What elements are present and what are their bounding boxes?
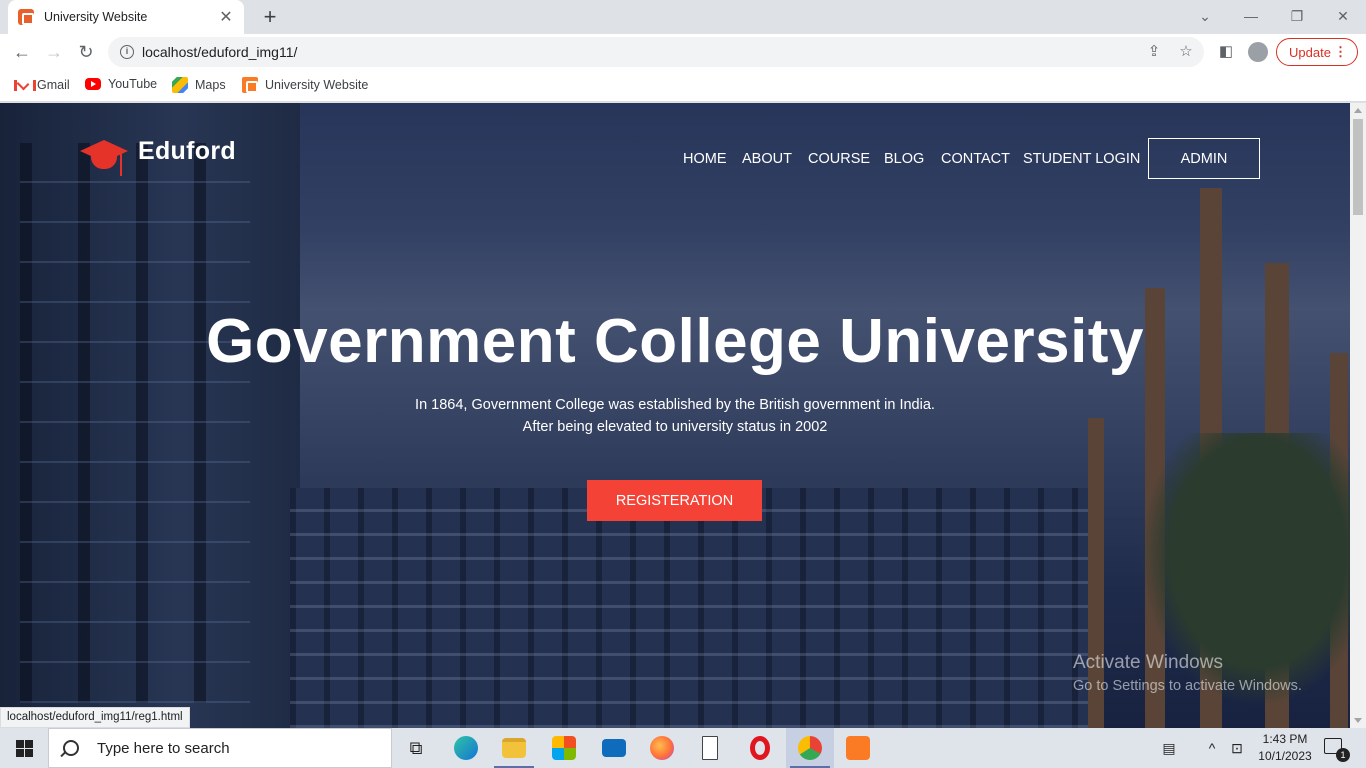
hero-title: Government College University [206, 307, 1144, 376]
opera-icon [750, 736, 770, 760]
brand-name: Eduford [138, 136, 236, 165]
maps-icon [172, 77, 188, 93]
search-icon [63, 740, 79, 756]
update-label: Update [1289, 44, 1331, 60]
watermark-title: Activate Windows [1073, 652, 1223, 673]
close-tab-icon[interactable]: ✕ [218, 7, 234, 27]
edge-icon [454, 736, 478, 760]
firefox-icon [650, 736, 674, 760]
scroll-up-arrow-icon[interactable] [1354, 108, 1362, 113]
scrollbar-thumb[interactable] [1353, 119, 1363, 215]
nav-about[interactable]: ABOUT [742, 151, 792, 167]
xampp-favicon-icon [18, 9, 34, 25]
tab-strip: University Website ✕ + ⌄ — ❐ ✕ [0, 0, 1366, 34]
nav-contact[interactable]: CONTACT [941, 151, 1010, 167]
folder-icon [502, 738, 526, 758]
bookmark-label: YouTube [108, 77, 158, 91]
new-tab-button[interactable]: + [258, 5, 282, 29]
tab-search-icon[interactable]: ⌄ [1182, 0, 1228, 32]
nav-blog[interactable]: BLOG [884, 151, 924, 167]
browser-toolbar: ← → ↻ i localhost/eduford_img11/ ⇪ ☆ ◧ U… [0, 34, 1366, 70]
bookmark-gmail[interactable]: Gmail [14, 77, 70, 93]
menu-dots-icon: ⋮ [1334, 44, 1347, 59]
task-view-button[interactable]: ⧉ [392, 728, 440, 768]
activate-windows-watermark: Activate Windows Go to Settings to activ… [1073, 652, 1302, 694]
url-text[interactable]: localhost/eduford_img11/ [142, 44, 297, 60]
link-status-bubble: localhost/eduford_img11/reg1.html [0, 707, 190, 728]
restore-button[interactable]: ❐ [1274, 0, 1320, 32]
taskbar-file-explorer[interactable] [490, 728, 538, 768]
xampp-icon [242, 77, 258, 93]
search-placeholder: Type here to search [97, 739, 230, 757]
taskbar-mail[interactable] [590, 728, 638, 768]
nav-student-login[interactable]: STUDENT LOGIN [1023, 151, 1140, 167]
gmail-icon [14, 77, 36, 93]
scroll-down-arrow-icon[interactable] [1354, 718, 1362, 723]
bookmark-label: Gmail [37, 78, 70, 92]
news-widget-icon[interactable]: ▤ [1154, 728, 1184, 768]
taskbar-search[interactable]: Type here to search [48, 728, 392, 768]
reload-button[interactable]: ↻ [74, 40, 98, 64]
back-button[interactable]: ← [10, 40, 34, 64]
bookmarks-bar: Gmail YouTube Maps University Website [0, 70, 1366, 102]
nav-course[interactable]: COURSE [808, 151, 870, 167]
page-scrollbar[interactable] [1350, 103, 1366, 728]
nav-home[interactable]: HOME [683, 151, 727, 167]
bookmark-star-icon[interactable]: ☆ [1176, 42, 1196, 62]
bookmark-label: Maps [195, 78, 226, 92]
taskbar-opera[interactable] [736, 728, 784, 768]
update-button[interactable]: Update ⋮ [1276, 38, 1358, 66]
background-building-left [0, 103, 300, 728]
site-logo[interactable]: Eduford [80, 136, 236, 178]
document-icon [702, 736, 718, 760]
taskbar-edge[interactable] [442, 728, 490, 768]
close-window-button[interactable]: ✕ [1320, 0, 1366, 32]
background-building-center [290, 488, 1090, 728]
taskbar-chrome[interactable] [786, 728, 834, 768]
bookmark-label: University Website [265, 78, 369, 92]
tab-title: University Website [44, 10, 148, 24]
address-bar[interactable]: i localhost/eduford_img11/ ⇪ ☆ [108, 37, 1204, 67]
youtube-icon [85, 78, 101, 90]
start-button[interactable] [0, 728, 48, 768]
clock-date: 10/1/2023 [1258, 749, 1312, 763]
page-viewport: Eduford HOME ABOUT COURSE BLOG CONTACT S… [0, 103, 1350, 728]
show-hidden-icons[interactable]: ^ [1202, 728, 1222, 768]
site-info-icon[interactable]: i [120, 45, 134, 59]
bookmark-maps[interactable]: Maps [172, 77, 226, 93]
windows-taskbar: Type here to search ⧉ ▤ ^ ⊡ 1:43 PM 10/1… [0, 728, 1366, 768]
side-panel-icon[interactable]: ◧ [1216, 42, 1236, 62]
profile-avatar[interactable] [1248, 42, 1268, 62]
taskbar-xampp[interactable] [834, 728, 882, 768]
chrome-icon [798, 736, 822, 760]
clock-time: 1:43 PM [1262, 732, 1308, 746]
system-clock[interactable]: 1:43 PM 10/1/2023 [1250, 731, 1320, 765]
xampp-icon [846, 736, 870, 760]
mail-icon [602, 739, 626, 757]
bookmark-youtube[interactable]: YouTube [85, 77, 157, 91]
registration-button[interactable]: REGISTERATION [587, 480, 762, 521]
taskbar-notepad[interactable] [686, 728, 734, 768]
task-view-icon: ⧉ [409, 737, 423, 758]
windows-logo-icon [15, 739, 33, 757]
minimize-button[interactable]: — [1228, 0, 1274, 32]
hero-description-line2: After being elevated to university statu… [522, 419, 828, 435]
browser-tab[interactable]: University Website ✕ [8, 0, 244, 34]
hero-description-line1: In 1864, Government College was establis… [415, 397, 935, 413]
admin-button[interactable]: ADMIN [1148, 138, 1260, 179]
store-icon [552, 736, 576, 760]
watermark-subtitle: Go to Settings to activate Windows. [1073, 678, 1302, 694]
taskbar-firefox[interactable] [638, 728, 686, 768]
bookmark-university-website[interactable]: University Website [242, 77, 368, 93]
device-icon[interactable]: ⊡ [1226, 728, 1248, 768]
graduation-cap-icon [80, 138, 128, 178]
share-icon[interactable]: ⇪ [1144, 42, 1164, 62]
taskbar-store[interactable] [540, 728, 588, 768]
notification-count-badge: 1 [1336, 748, 1350, 762]
forward-button[interactable]: → [42, 40, 66, 64]
